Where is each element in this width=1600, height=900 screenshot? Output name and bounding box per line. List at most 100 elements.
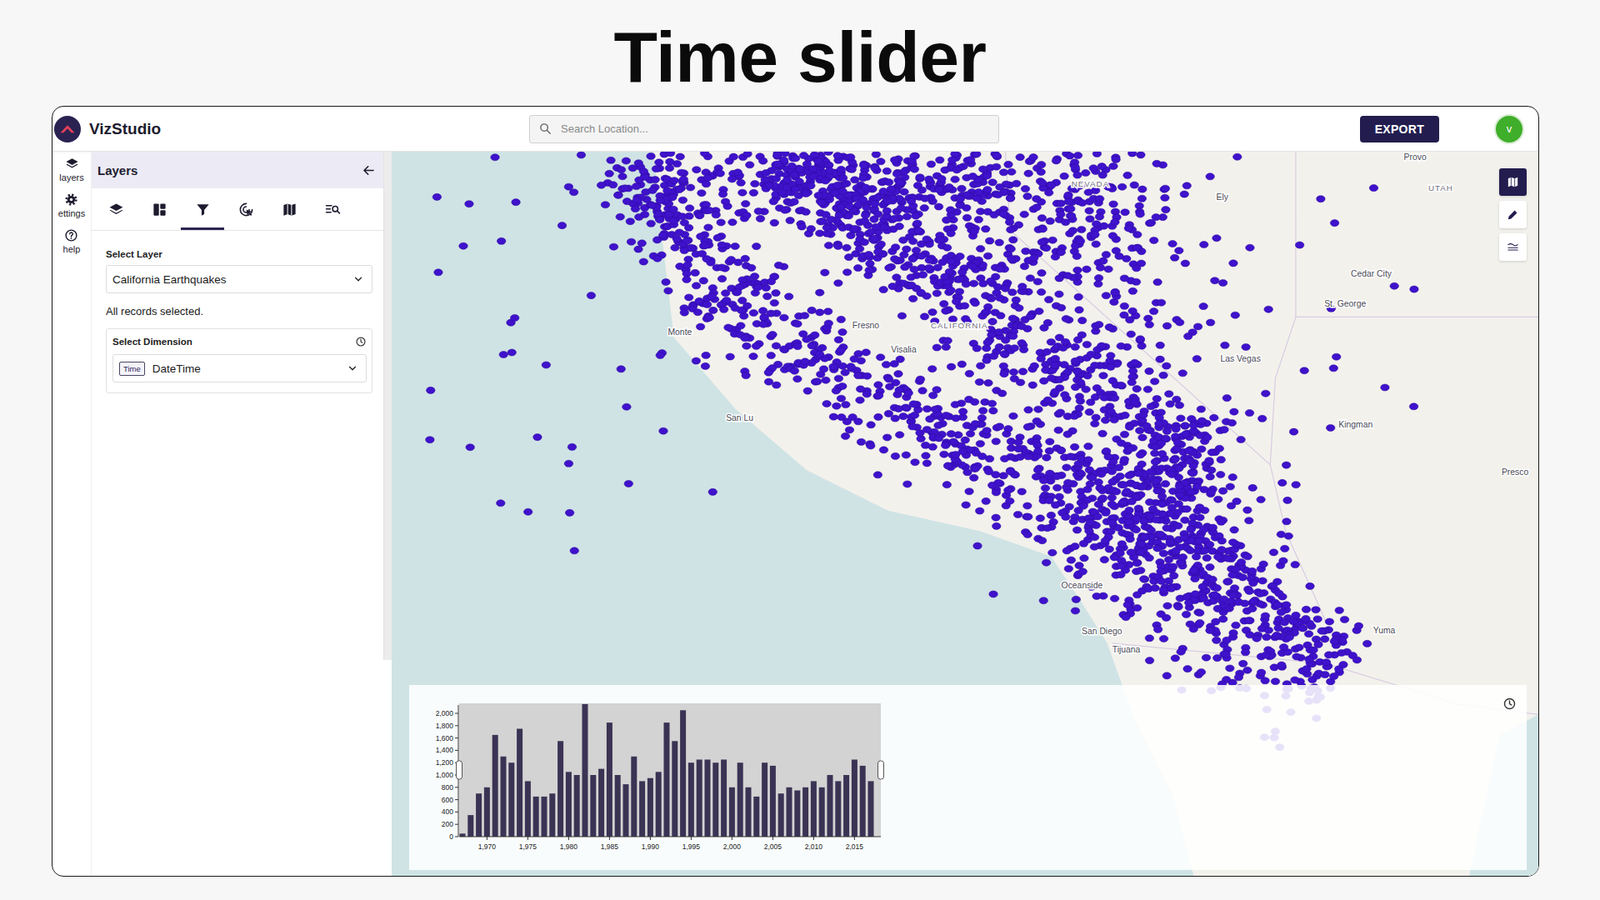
earthquake-dot [965, 430, 975, 437]
layer-select[interactable]: California Earthquakes [105, 265, 373, 294]
earthquake-dot [1041, 366, 1051, 374]
panel-tab[interactable] [137, 188, 181, 230]
panel-tab[interactable] [224, 188, 268, 230]
earthquake-dot [1317, 627, 1327, 635]
earthquake-dot [1301, 605, 1311, 613]
rail-item[interactable]: layers [59, 156, 84, 184]
earthquake-dot [1181, 430, 1191, 438]
clock-icon[interactable] [355, 335, 367, 348]
panel-tab[interactable] [180, 188, 225, 230]
earthquake-dot [825, 167, 835, 175]
earthquake-dot [1155, 414, 1165, 421]
earthquake-dot [1240, 649, 1250, 656]
earthquake-dot [717, 241, 727, 249]
earthquake-dot [793, 320, 803, 328]
earthquake-dot [833, 242, 843, 250]
state-border [1295, 151, 1539, 317]
earthquake-dot [832, 402, 842, 410]
earthquake-dot [1180, 422, 1190, 430]
earthquake-dot [1110, 395, 1120, 402]
state-border [1270, 316, 1296, 465]
earthquake-dot [1040, 485, 1050, 492]
earthquake-dot [1298, 625, 1308, 632]
earthquake-dot [1321, 659, 1331, 666]
earthquake-dot [908, 423, 918, 430]
earthquake-dot [750, 180, 760, 187]
earthquake-dot [911, 212, 921, 220]
earthquake-dot [621, 157, 631, 165]
earthquake-dot [672, 235, 682, 242]
earthquake-dot [969, 280, 979, 287]
panel-tab[interactable] [310, 188, 355, 230]
earthquake-dot [766, 352, 776, 360]
earthquake-dot [1223, 578, 1233, 585]
earthquake-dot [1186, 525, 1196, 533]
earthquake-dot [815, 309, 825, 316]
earthquake-dot [1135, 566, 1145, 574]
earthquake-dot [1170, 655, 1180, 662]
earthquake-dot [829, 363, 839, 370]
earthquake-dot [824, 320, 834, 327]
earthquake-dot [879, 224, 889, 231]
rail-item[interactable]: help [63, 228, 81, 255]
user-avatar[interactable]: v [1494, 114, 1525, 145]
earthquake-dot [922, 460, 932, 467]
earthquake-dot [906, 274, 916, 281]
earthquake-dot [647, 201, 657, 209]
earthquake-dot [874, 413, 884, 420]
dimension-select[interactable]: TimeDateTime [112, 354, 367, 383]
earthquake-dot [810, 331, 820, 339]
earthquake-dot [1161, 435, 1171, 443]
earthquake-dot [685, 184, 695, 191]
earthquake-dot [921, 452, 931, 460]
export-button[interactable]: EXPORT [1360, 115, 1440, 143]
panel-tab[interactable] [94, 188, 138, 230]
earthquake-dot [1132, 591, 1142, 599]
panel-tab[interactable] [267, 188, 311, 230]
earthquake-dot [1275, 590, 1285, 597]
earthquake-dot [1045, 438, 1055, 445]
earthquake-dot [850, 176, 860, 184]
earthquake-dot [675, 229, 685, 236]
dimension-select-value: DateTime [152, 362, 201, 375]
earthquake-dot [900, 264, 910, 271]
earthquake-dot [879, 285, 889, 293]
select-dimension-label: Select Dimension [112, 336, 193, 347]
search-input[interactable] [559, 121, 990, 136]
map-view[interactable]: NEVADAUTAHProvoElyCedar CitySt. GeorgeLa… [391, 151, 1539, 876]
earthquake-dot [625, 218, 635, 225]
earthquake-dot [738, 189, 748, 196]
dashboard-icon [151, 201, 168, 218]
earthquake-dot [1207, 449, 1217, 456]
earthquake-dot [1269, 549, 1279, 556]
earthquake-dot [1024, 453, 1034, 460]
land [391, 151, 1539, 876]
brand[interactable]: VizStudio [52, 115, 530, 143]
earthquake-dot [927, 365, 937, 373]
earthquake-dot [1230, 526, 1240, 534]
earthquake-dot [790, 155, 800, 162]
earthquake-dot [1314, 640, 1324, 648]
earthquake-dot [1277, 661, 1287, 669]
scrollbar[interactable] [383, 151, 392, 660]
earthquake-dot [982, 427, 992, 435]
earthquake-dot [885, 264, 895, 271]
earthquake-dot [743, 151, 753, 158]
earthquake-dot [576, 151, 586, 159]
earthquake-dot [854, 372, 864, 380]
back-arrow-icon[interactable] [360, 162, 377, 179]
earthquake-dot [745, 161, 755, 169]
rail-item[interactable]: ettings [58, 192, 85, 220]
earthquake-dot [654, 210, 664, 218]
earthquake-dot [1211, 618, 1221, 625]
earthquake-dot [669, 217, 679, 225]
earthquake-dot [1276, 609, 1286, 616]
earthquake-dot [1098, 430, 1108, 437]
earthquake-dot [838, 382, 848, 390]
earthquake-dot [860, 239, 870, 246]
earthquake-dot [1042, 348, 1052, 355]
earthquake-dot [850, 355, 860, 363]
earthquake-dot [740, 335, 750, 342]
search-field[interactable] [529, 115, 1000, 144]
earthquake-dot [1150, 458, 1160, 465]
